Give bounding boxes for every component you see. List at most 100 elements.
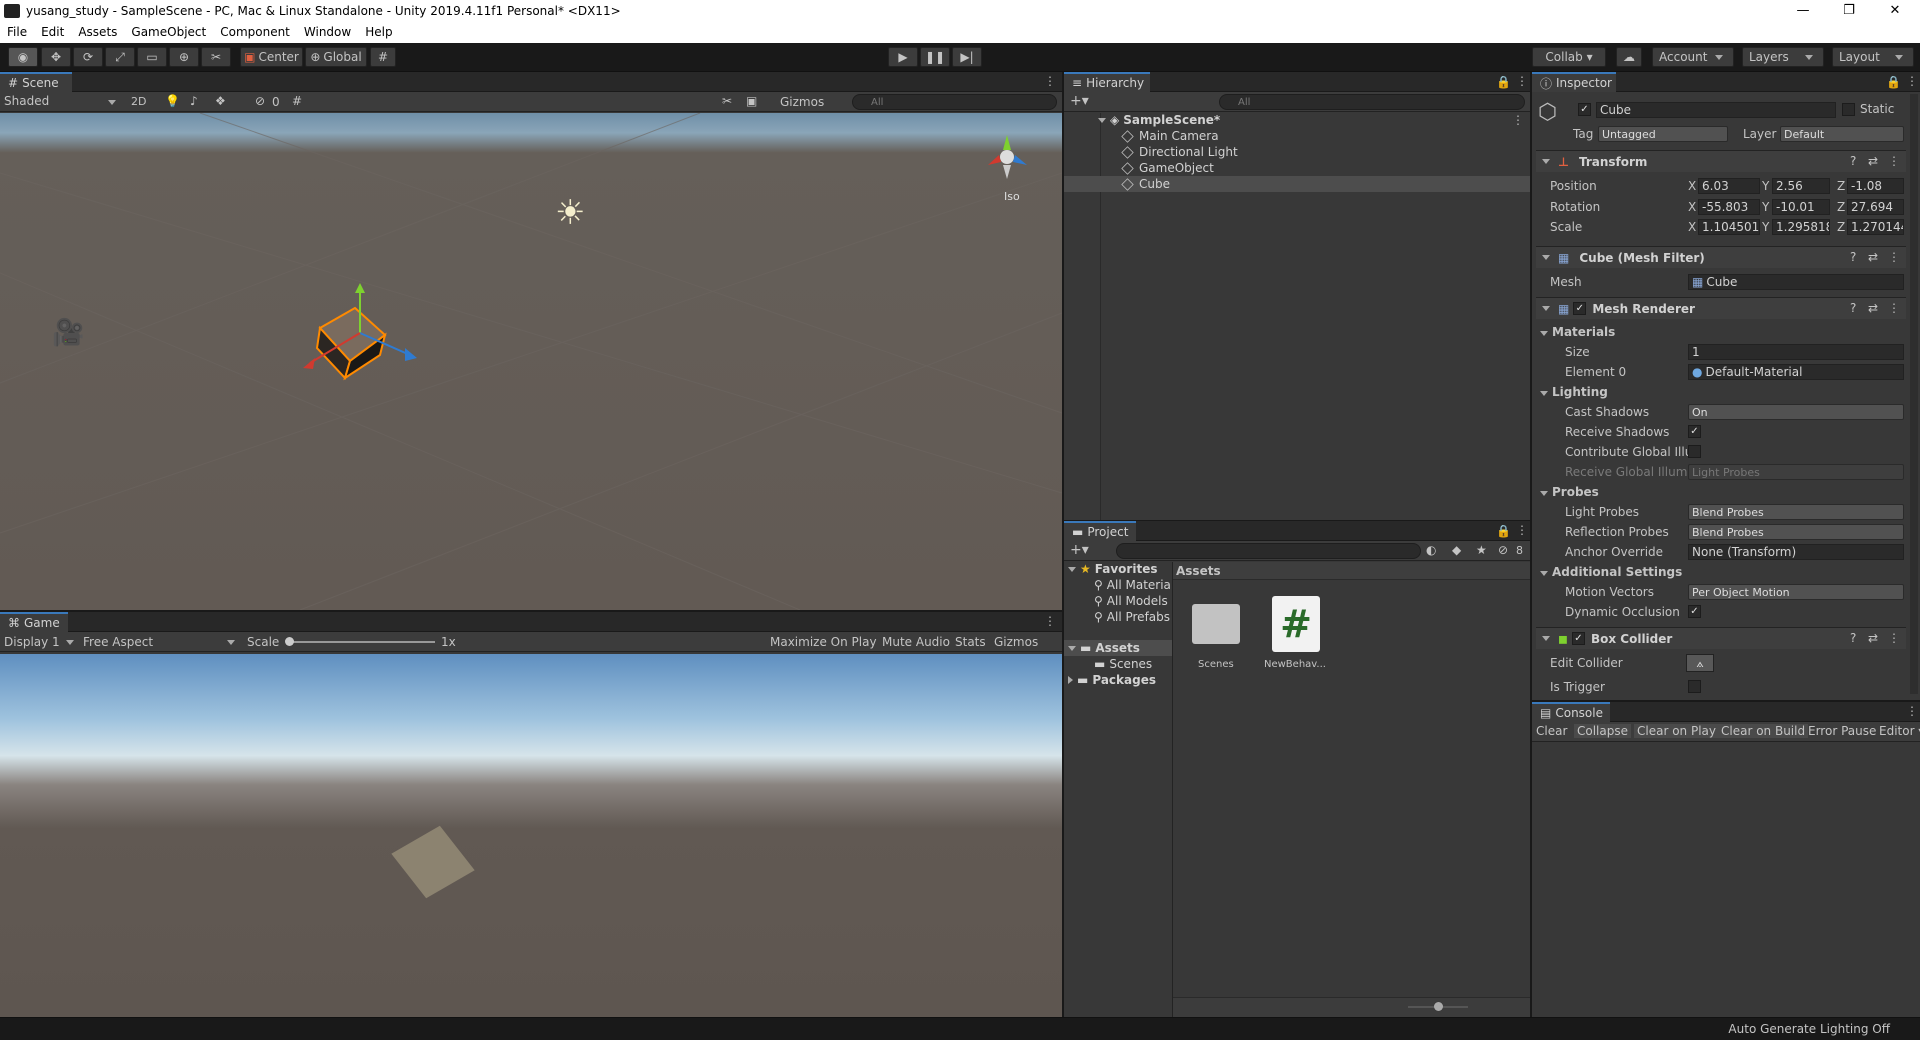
view-tool-icon[interactable]: ◉ [8,47,38,67]
anchor-override-field[interactable]: None (Transform) [1688,544,1904,560]
shading-mode-dropdown[interactable]: Shaded [4,94,49,108]
rotation-y-input[interactable]: -10.01 [1772,199,1830,215]
console-editor-dropdown[interactable]: Editor ▾ [1879,724,1920,738]
console-clear-on-play-button[interactable]: Clear on Play [1634,724,1719,738]
maximize-on-play-toggle[interactable]: Maximize On Play [770,635,877,649]
console-error-pause-button[interactable]: Error Pause [1808,724,1876,738]
camera-gizmo-icon[interactable]: 🎥 [52,318,84,348]
scene-search-input[interactable]: All [852,94,1057,110]
position-x-input[interactable]: 6.03 [1698,178,1760,194]
play-button-icon[interactable]: ▶ [888,47,918,67]
layers-dropdown[interactable]: Layers [1742,47,1824,67]
tab-game[interactable]: ⌘ Game [0,612,68,632]
toggle-2d-button[interactable]: 2D [131,95,146,108]
lighting-toggle-icon[interactable]: 💡 [165,94,180,108]
project-favorites[interactable]: ★ Favorites [1068,561,1157,577]
layer-dropdown[interactable]: Default [1780,126,1904,142]
csharp-script-icon[interactable]: # [1272,596,1320,652]
receive-shadows-checkbox[interactable]: ✓ [1688,425,1701,438]
close-button[interactable]: ✕ [1872,0,1918,21]
transform-tool-icon[interactable]: ⊕ [169,47,199,67]
projection-label[interactable]: Iso [1004,190,1020,203]
favorite-all-models[interactable]: ⚲ All Models [1094,593,1168,609]
hierarchy-item-main-camera[interactable]: Main Camera [1121,128,1219,144]
icon-size-slider-thumb[interactable] [1434,1002,1443,1011]
menu-component[interactable]: Component [213,25,297,39]
preset-icon[interactable]: ⇄ [1868,301,1878,315]
scene-root-item[interactable]: ◈ SampleScene* [1098,112,1220,128]
console-collapse-button[interactable]: Collapse [1574,724,1631,738]
is-trigger-checkbox[interactable] [1688,680,1701,693]
collab-dropdown[interactable]: Collab ▾ [1532,47,1606,67]
motion-vectors-dropdown[interactable]: Per Object Motion [1688,584,1904,600]
mesh-object-field[interactable]: ▦ Cube [1688,274,1904,290]
materials-foldout[interactable]: Materials [1540,325,1615,339]
position-z-input[interactable]: -1.08 [1847,178,1904,194]
search-by-label-icon[interactable]: ◆ [1452,543,1461,557]
panel-menu-icon[interactable]: ⋮ [1044,614,1056,628]
pivot-global-button[interactable]: ⊕ Global [305,47,367,67]
edit-collider-button[interactable]: ⟑ [1686,654,1714,672]
hierarchy-item-gameobject[interactable]: GameObject [1121,160,1214,176]
tools-icon[interactable]: ✂ [722,94,732,108]
menu-gameobject[interactable]: GameObject [124,25,213,39]
grid-snap-icon[interactable]: # [370,47,396,67]
panel-menu-icon[interactable]: ⋮ [1906,74,1918,88]
preset-icon[interactable]: ⇄ [1868,631,1878,645]
favorite-all-prefabs[interactable]: ⚲ All Prefabs [1094,609,1170,625]
help-icon[interactable]: ? [1850,250,1856,264]
cast-shadows-dropdown[interactable]: On [1688,404,1904,420]
dynamic-occlusion-checkbox[interactable]: ✓ [1688,605,1701,618]
scale-tool-icon[interactable]: ⤢ [105,47,135,67]
orientation-gizmo[interactable] [985,135,1030,180]
scale-y-input[interactable]: 1.295818 [1772,219,1830,235]
preset-icon[interactable]: ⇄ [1868,154,1878,168]
lighting-foldout[interactable]: Lighting [1540,385,1608,399]
cube-selection-gizmo[interactable] [295,283,435,393]
scale-slider-thumb[interactable] [285,637,294,646]
tab-inspector[interactable]: ⓘ Inspector [1532,72,1616,92]
gizmos-dropdown[interactable]: Gizmos [780,95,824,109]
project-assets-folder[interactable]: ▬ Assets [1068,640,1140,656]
static-checkbox[interactable] [1842,103,1855,116]
component-menu-icon[interactable]: ⋮ [1888,250,1900,264]
inspector-scrollbar[interactable] [1910,94,1918,694]
search-by-type-icon[interactable]: ◐ [1426,543,1436,557]
tab-hierarchy[interactable]: ≡ Hierarchy [1064,72,1150,92]
materials-size-input[interactable]: 1 [1688,344,1904,360]
contribute-gi-checkbox[interactable] [1688,445,1701,458]
hierarchy-item-cube[interactable]: Cube [1121,176,1170,192]
pause-button-icon[interactable]: ❚❚ [920,47,950,67]
move-tool-icon[interactable]: ✥ [41,47,71,67]
preset-icon[interactable]: ⇄ [1868,250,1878,264]
tab-project[interactable]: ▬ Project [1064,521,1136,541]
probes-foldout[interactable]: Probes [1540,485,1599,499]
panel-menu-icon[interactable]: ⋮ [1044,74,1056,88]
minimize-button[interactable]: — [1780,0,1826,21]
hidden-packages-icon[interactable]: ⊘ [1498,543,1508,557]
scene-menu-icon[interactable]: ⋮ [1512,113,1524,127]
lighting-status[interactable]: Auto Generate Lighting Off [1728,1022,1890,1036]
lock-icon[interactable]: 🔒 [1886,75,1901,89]
scale-slider[interactable] [290,641,435,643]
game-viewport[interactable] [0,654,1062,1017]
console-clear-button[interactable]: Clear [1536,724,1567,738]
component-menu-icon[interactable]: ⋮ [1888,301,1900,315]
project-breadcrumb-assets[interactable]: Assets [1176,564,1221,578]
hierarchy-item-directional-light[interactable]: Directional Light [1121,144,1238,160]
object-name-input[interactable]: Cube [1596,102,1836,118]
menu-window[interactable]: Window [297,25,358,39]
material-object-field[interactable]: ● Default-Material [1688,364,1904,380]
step-button-icon[interactable]: ▶| [952,47,982,67]
panel-menu-icon[interactable]: ⋮ [1516,74,1528,88]
tab-console[interactable]: ▤ Console [1532,702,1610,722]
rotation-z-input[interactable]: 27.694 [1847,199,1904,215]
folder-icon[interactable] [1192,604,1240,644]
rect-tool-icon[interactable]: ▭ [137,47,167,67]
static-dropdown[interactable]: Static [1860,102,1894,116]
console-clear-on-build-button[interactable]: Clear on Build [1718,724,1809,738]
cloud-icon[interactable]: ☁ [1616,47,1642,67]
audio-toggle-icon[interactable]: ♪ [190,94,198,108]
layout-dropdown[interactable]: Layout [1832,47,1914,67]
project-scenes-folder[interactable]: ▬ Scenes [1094,656,1152,672]
